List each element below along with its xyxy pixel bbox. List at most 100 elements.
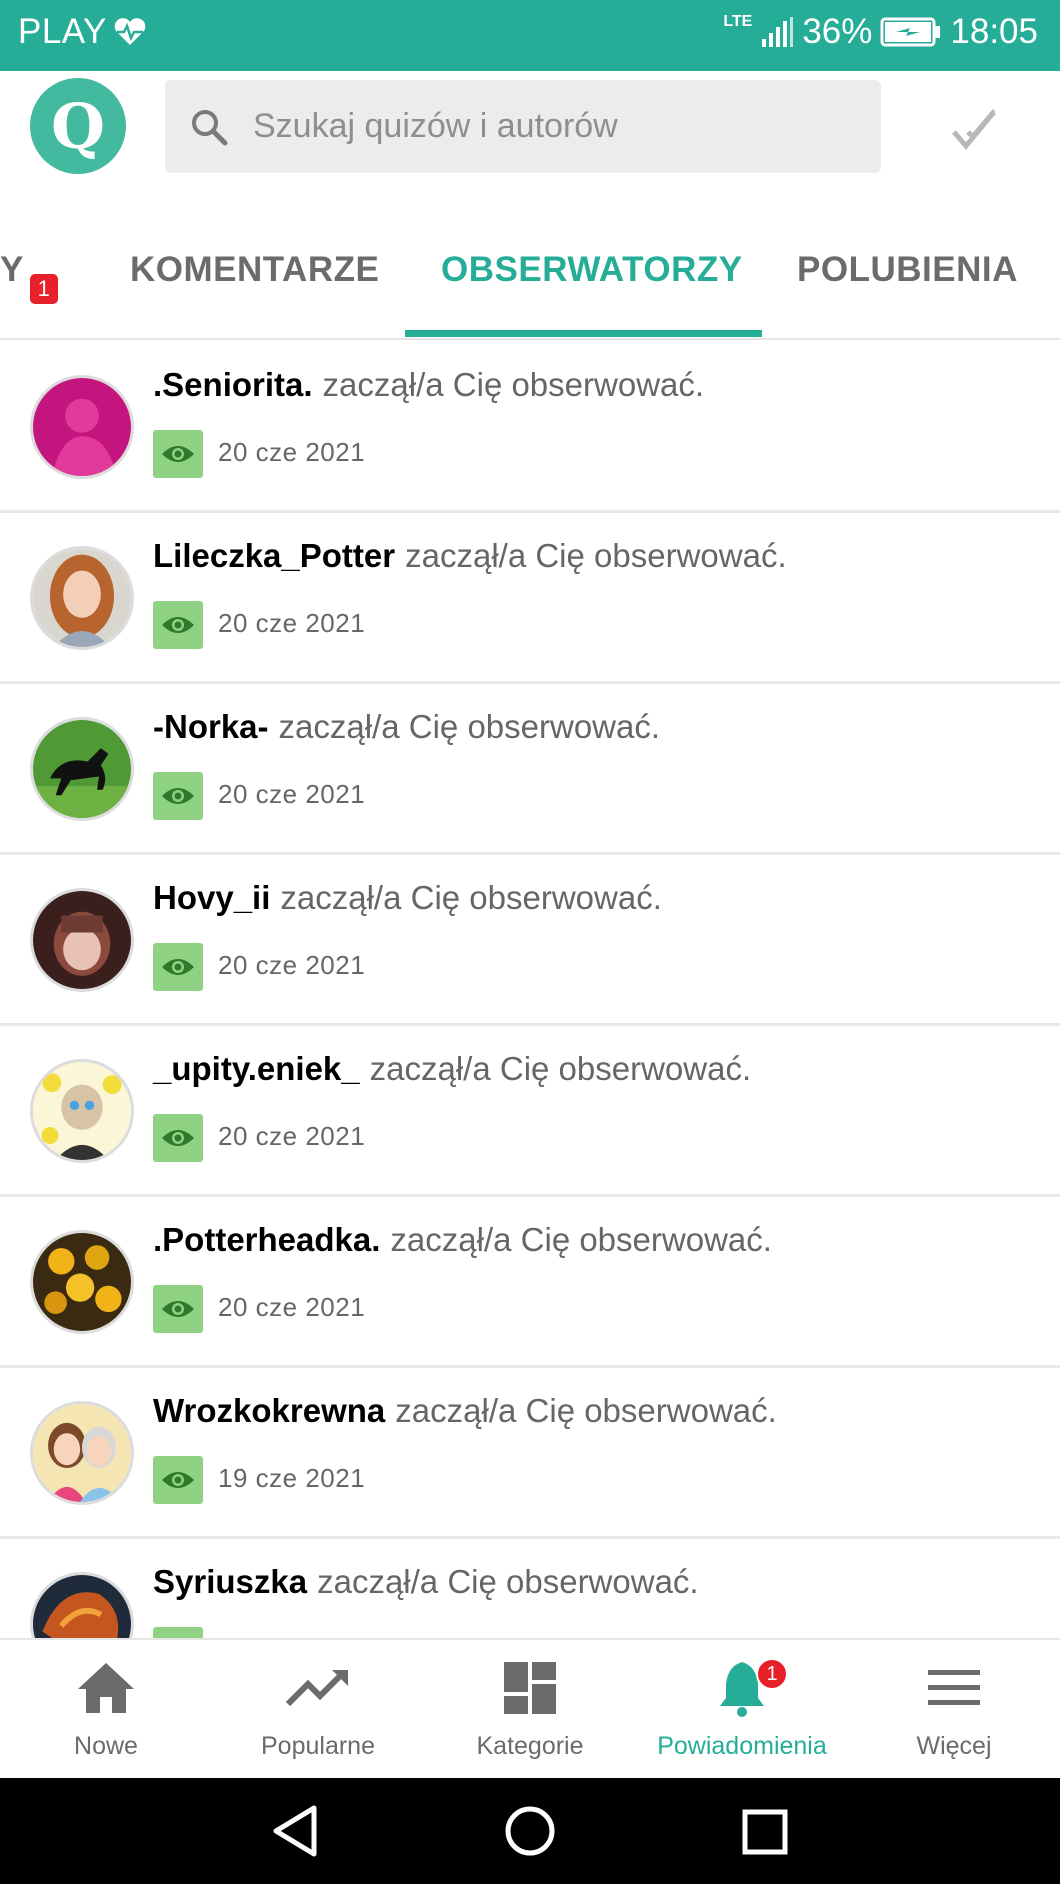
active-tab-indicator [405, 330, 762, 337]
system-navigation-bar [0, 1778, 1060, 1884]
notification-date: 20 cze 2021 [218, 1292, 366, 1322]
username-link[interactable]: _upity.eniek_ [153, 1050, 360, 1087]
tab-komentarze[interactable]: KOMENTARZE [130, 250, 379, 290]
eye-icon [162, 1472, 194, 1488]
search-icon [192, 110, 228, 146]
trending-icon [286, 1669, 348, 1707]
notification-tabs: Y 1 KOMENTARZE OBSERWATORZY POLUBIENIA [0, 222, 1060, 340]
notification-text: zaczął/a Cię obserwować. [317, 1563, 699, 1600]
home-icon [78, 1663, 134, 1713]
nav-label: Popularne [261, 1732, 375, 1760]
network-type: LTE [723, 13, 753, 30]
recents-icon[interactable] [742, 1809, 788, 1855]
follow-type-badge [153, 430, 203, 478]
notification-date: 20 cze 2021 [218, 1121, 366, 1151]
notification-text: zaczął/a Cię obserwować. [280, 879, 662, 916]
clock: 18:05 [950, 12, 1038, 51]
tab-partial[interactable]: Y 1 [0, 250, 58, 304]
avatar[interactable] [30, 1401, 134, 1505]
notification-text: zaczął/a Cię obserwować. [390, 1221, 772, 1258]
search-input[interactable] [253, 80, 853, 173]
tab-label: Y [0, 250, 24, 289]
carrier: PLAY [18, 12, 147, 52]
signal-icon [762, 17, 794, 47]
eye-icon [162, 1301, 194, 1317]
battery-charging-icon [880, 17, 941, 47]
follow-type-badge [153, 601, 203, 649]
notification-text: zaczął/a Cię obserwować. [369, 1050, 752, 1087]
eye-icon [162, 446, 194, 462]
search-bar[interactable] [165, 80, 881, 173]
nav-label: Więcej [916, 1732, 992, 1760]
avatar[interactable] [30, 375, 134, 479]
notification-row[interactable]: _upity.eniek_ zaczął/a Cię obserwować. 20… [0, 1026, 1060, 1197]
nav-nowe[interactable]: Nowe [0, 1640, 212, 1780]
tab-badge: 1 [30, 274, 58, 304]
dashboard-icon [504, 1662, 556, 1714]
tab-obserwatorzy[interactable]: OBSERWATORZY [441, 250, 743, 290]
nav-label: Powiadomienia [657, 1732, 827, 1760]
tab-polubienia[interactable]: POLUBIENIA [797, 250, 1018, 290]
username-link[interactable]: -Norka- [153, 708, 269, 745]
eye-icon [162, 1130, 194, 1146]
notification-text: zaczął/a Cię obserwować. [278, 708, 661, 745]
notification-row[interactable]: Lileczka_Potter zaczął/a Cię obserwować. … [0, 513, 1060, 684]
follow-type-badge [153, 1456, 203, 1504]
follow-type-badge [153, 1114, 203, 1162]
follow-type-badge [153, 943, 203, 991]
double-check-icon [952, 109, 996, 150]
avatar[interactable] [30, 546, 134, 650]
notification-text: zaczął/a Cię obserwować. [322, 366, 705, 403]
follow-type-badge [153, 1285, 203, 1333]
notification-date: 20 cze 2021 [218, 608, 366, 638]
avatar[interactable] [30, 888, 134, 992]
notification-row[interactable]: Wrozkokrewna zaczął/a Cię obserwować. 19 … [0, 1368, 1060, 1539]
notification-date: 20 cze 2021 [218, 437, 366, 467]
avatar[interactable] [30, 1572, 134, 1638]
notification-row[interactable]: Syriuszka zaczął/a Cię obserwować. [0, 1539, 1060, 1638]
app-logo[interactable]: Q [30, 78, 126, 174]
username-link[interactable]: Lileczka_Potter [153, 537, 395, 574]
notification-date: 20 cze 2021 [218, 779, 366, 809]
notification-row[interactable]: Hovy_ii zaczął/a Cię obserwować. 20 cze 2… [0, 855, 1060, 1026]
notification-date: 19 cze 2021 [218, 1463, 366, 1493]
nav-label: Kategorie [476, 1732, 584, 1760]
username-link[interactable]: Wrozkokrewna [153, 1392, 385, 1429]
carrier-name: PLAY [18, 12, 107, 51]
follow-type-badge [153, 1627, 203, 1638]
eye-icon [162, 788, 194, 804]
avatar[interactable] [30, 717, 134, 821]
back-icon[interactable] [270, 1804, 320, 1858]
nav-label: Nowe [74, 1732, 138, 1760]
app-header: Q [0, 71, 1060, 189]
status-bar: PLAY LTE 36% 18:05 [0, 0, 1060, 71]
notification-count-badge: 1 [756, 1658, 788, 1690]
status-icons: LTE 36% 18:05 [723, 12, 1038, 52]
eye-icon [162, 959, 194, 975]
username-link[interactable]: Hovy_ii [153, 879, 270, 916]
heart-pulse-icon [114, 18, 146, 45]
nav-powiadomienia[interactable]: 1 Powiadomienia [636, 1640, 848, 1780]
mark-all-read-button[interactable] [950, 106, 1000, 157]
notification-row[interactable]: .Potterheadka. zaczął/a Cię obserwować. 2… [0, 1197, 1060, 1368]
nav-kategorie[interactable]: Kategorie [424, 1640, 636, 1780]
bottom-navigation: Nowe Popularne Kategorie 1 Powiadomienia… [0, 1638, 1060, 1778]
username-link[interactable]: .Seniorita. [153, 366, 313, 403]
battery-percent: 36% [802, 12, 873, 51]
notification-text: zaczął/a Cię obserwować. [395, 1392, 777, 1429]
nav-wiecej[interactable]: Więcej [848, 1640, 1060, 1780]
menu-icon [928, 1670, 980, 1705]
notification-list: .Seniorita. zaczął/a Cię obserwować. 20 c… [0, 342, 1060, 1638]
notification-row[interactable]: -Norka-zaczął/a Cię obserwować. 20 cze 2… [0, 684, 1060, 855]
notification-text: zaczął/a Cię obserwować. [405, 537, 787, 574]
notification-date: 20 cze 2021 [218, 950, 366, 980]
nav-popularne[interactable]: Popularne [212, 1640, 424, 1780]
eye-icon [162, 617, 194, 633]
notification-row[interactable]: .Seniorita. zaczął/a Cię obserwować. 20 c… [0, 342, 1060, 513]
username-link[interactable]: Syriuszka [153, 1563, 307, 1600]
home-circle-icon[interactable] [504, 1805, 556, 1857]
username-link[interactable]: .Potterheadka. [153, 1221, 380, 1258]
follow-type-badge [153, 772, 203, 820]
avatar[interactable] [30, 1059, 134, 1163]
avatar[interactable] [30, 1230, 134, 1334]
